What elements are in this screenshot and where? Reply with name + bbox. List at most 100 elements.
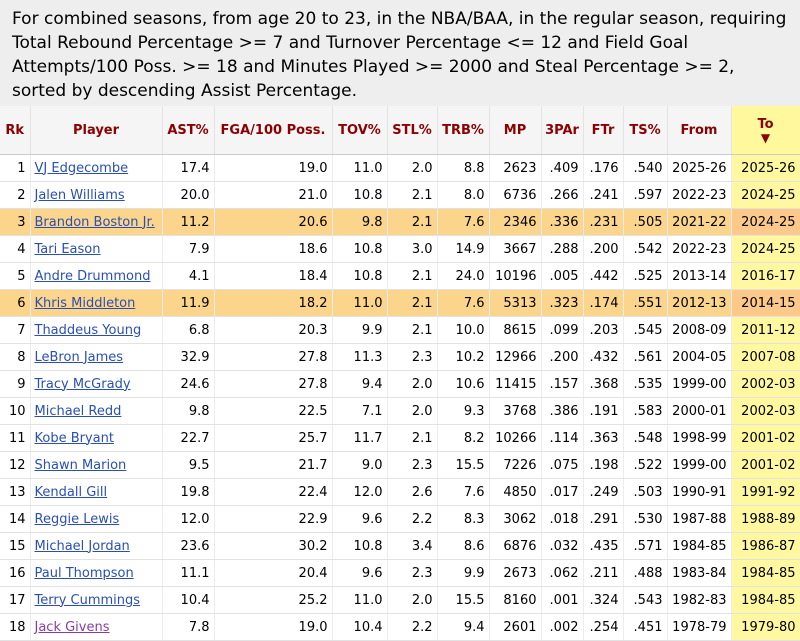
- tov-pct-cell: 9.9: [332, 316, 388, 344]
- mp-cell: 4850: [489, 478, 542, 506]
- ast-pct-cell: 6.8: [162, 316, 215, 344]
- col-header-stl-pct[interactable]: STL%: [387, 106, 438, 155]
- from-cell: 2004-05: [667, 343, 732, 371]
- tov-pct-cell: 9.8: [332, 208, 388, 236]
- player-link[interactable]: Jalen Williams: [35, 188, 125, 203]
- col-header-ast-pct[interactable]: AST%: [162, 106, 215, 155]
- ast-pct-cell: 17.4: [162, 154, 215, 182]
- trb-pct-cell: 8.3: [437, 505, 490, 533]
- player-link[interactable]: Khris Middleton: [35, 296, 136, 311]
- ast-pct-cell: 23.6: [162, 532, 215, 560]
- player-link[interactable]: Jack Givens: [35, 620, 110, 635]
- tov-pct-cell: 9.4: [332, 370, 388, 398]
- col-header-to[interactable]: To ▼: [731, 106, 800, 155]
- col-header-mp[interactable]: MP: [489, 106, 542, 155]
- from-cell: 2012-13: [667, 289, 732, 317]
- player-link[interactable]: Tracy McGrady: [35, 377, 131, 392]
- rk-cell: 18: [0, 613, 31, 641]
- player-link[interactable]: Terry Cummings: [35, 593, 141, 608]
- player-link[interactable]: Paul Thompson: [35, 566, 134, 581]
- table-row: 4 Tari Eason 7.9 18.6 10.8 3.0 14.9 3667.288.20…: [0, 235, 800, 263]
- player-link[interactable]: Kobe Bryant: [35, 431, 114, 446]
- player-link[interactable]: VJ Edgecombe: [35, 161, 129, 176]
- fga-100-cell: 27.8: [214, 343, 333, 371]
- ts-pct-cell: .540: [623, 154, 668, 182]
- to-cell: 2024-25: [731, 181, 800, 209]
- stl-pct-cell: 2.3: [387, 559, 438, 587]
- rk-cell: 12: [0, 451, 31, 479]
- rk-cell: 16: [0, 559, 31, 587]
- mp-cell: 7226: [489, 451, 542, 479]
- from-cell: 2022-23: [667, 181, 732, 209]
- trb-pct-cell: 9.9: [437, 559, 490, 587]
- ts-pct-cell: .542: [623, 235, 668, 263]
- ast-pct-cell: 4.1: [162, 262, 215, 290]
- trb-pct-cell: 7.6: [437, 478, 490, 506]
- fga-100-cell: 18.6: [214, 235, 333, 263]
- ftr-cell: .254: [583, 613, 624, 641]
- to-cell: 1991-92: [731, 478, 800, 506]
- col-header-from[interactable]: From: [667, 106, 732, 155]
- fga-100-cell: 22.9: [214, 505, 333, 533]
- tov-pct-cell: 10.4: [332, 613, 388, 641]
- fga-100-cell: 18.2: [214, 289, 333, 317]
- player-link[interactable]: Reggie Lewis: [35, 512, 120, 527]
- table-row: 11 Kobe Bryant 22.7 25.7 11.7 2.1 8.2 10266.114…: [0, 424, 800, 452]
- ts-pct-cell: .545: [623, 316, 668, 344]
- table-row: 8 LeBron James 32.9 27.8 11.3 2.3 10.2 12966.20…: [0, 343, 800, 371]
- tov-pct-cell: 12.0: [332, 478, 388, 506]
- table-body: 1 VJ Edgecombe 17.4 19.0 11.0 2.0 8.8 2623.409.…: [0, 154, 800, 641]
- 3par-cell: .002: [541, 613, 584, 641]
- ast-pct-cell: 32.9: [162, 343, 215, 371]
- col-header-ts-pct[interactable]: TS%: [623, 106, 668, 155]
- trb-pct-cell: 8.8: [437, 154, 490, 182]
- player-link[interactable]: Brandon Boston Jr.: [35, 215, 155, 230]
- trb-pct-cell: 14.9: [437, 235, 490, 263]
- player-cell: Paul Thompson: [30, 559, 163, 587]
- mp-cell: 5313: [489, 289, 542, 317]
- col-header-ftr[interactable]: FTr: [583, 106, 624, 155]
- 3par-cell: .005: [541, 262, 584, 290]
- player-link[interactable]: Andre Drummond: [35, 269, 151, 284]
- fga-100-cell: 19.0: [214, 613, 333, 641]
- ts-pct-cell: .551: [623, 289, 668, 317]
- mp-cell: 3062: [489, 505, 542, 533]
- player-link[interactable]: Michael Redd: [35, 404, 122, 419]
- tov-pct-cell: 10.8: [332, 262, 388, 290]
- to-cell: 2016-17: [731, 262, 800, 290]
- stl-pct-cell: 2.6: [387, 478, 438, 506]
- stl-pct-cell: 2.3: [387, 451, 438, 479]
- player-link[interactable]: Michael Jordan: [35, 539, 130, 554]
- player-cell: Andre Drummond: [30, 262, 163, 290]
- stl-pct-cell: 2.0: [387, 397, 438, 425]
- trb-pct-cell: 7.6: [437, 289, 490, 317]
- stl-pct-cell: 2.1: [387, 289, 438, 317]
- ftr-cell: .241: [583, 181, 624, 209]
- player-link[interactable]: LeBron James: [35, 350, 124, 365]
- col-header-trb-pct[interactable]: TRB%: [437, 106, 490, 155]
- col-header-fga-100[interactable]: FGA/100 Poss.: [214, 106, 333, 155]
- stl-pct-cell: 2.0: [387, 154, 438, 182]
- col-header-rk[interactable]: Rk: [0, 106, 31, 155]
- player-link[interactable]: Tari Eason: [35, 242, 101, 257]
- col-header-3par[interactable]: 3PAr: [541, 106, 584, 155]
- col-header-tov-pct[interactable]: TOV%: [332, 106, 388, 155]
- to-cell: 2001-02: [731, 424, 800, 452]
- fga-100-cell: 20.6: [214, 208, 333, 236]
- ast-pct-cell: 12.0: [162, 505, 215, 533]
- col-header-player[interactable]: Player: [30, 106, 163, 155]
- player-link[interactable]: Kendall Gill: [35, 485, 108, 500]
- ts-pct-cell: .505: [623, 208, 668, 236]
- rk-cell: 15: [0, 532, 31, 560]
- table-row: 12 Shawn Marion 9.5 21.7 9.0 2.3 15.5 7226.075.…: [0, 451, 800, 479]
- player-cell: Jack Givens: [30, 613, 163, 641]
- ast-pct-cell: 7.8: [162, 613, 215, 641]
- to-cell: 2024-25: [731, 235, 800, 263]
- player-link[interactable]: Shawn Marion: [35, 458, 127, 473]
- 3par-cell: .018: [541, 505, 584, 533]
- tov-pct-cell: 11.0: [332, 289, 388, 317]
- fga-100-cell: 22.5: [214, 397, 333, 425]
- ts-pct-cell: .535: [623, 370, 668, 398]
- from-cell: 1984-85: [667, 532, 732, 560]
- player-link[interactable]: Thaddeus Young: [35, 323, 142, 338]
